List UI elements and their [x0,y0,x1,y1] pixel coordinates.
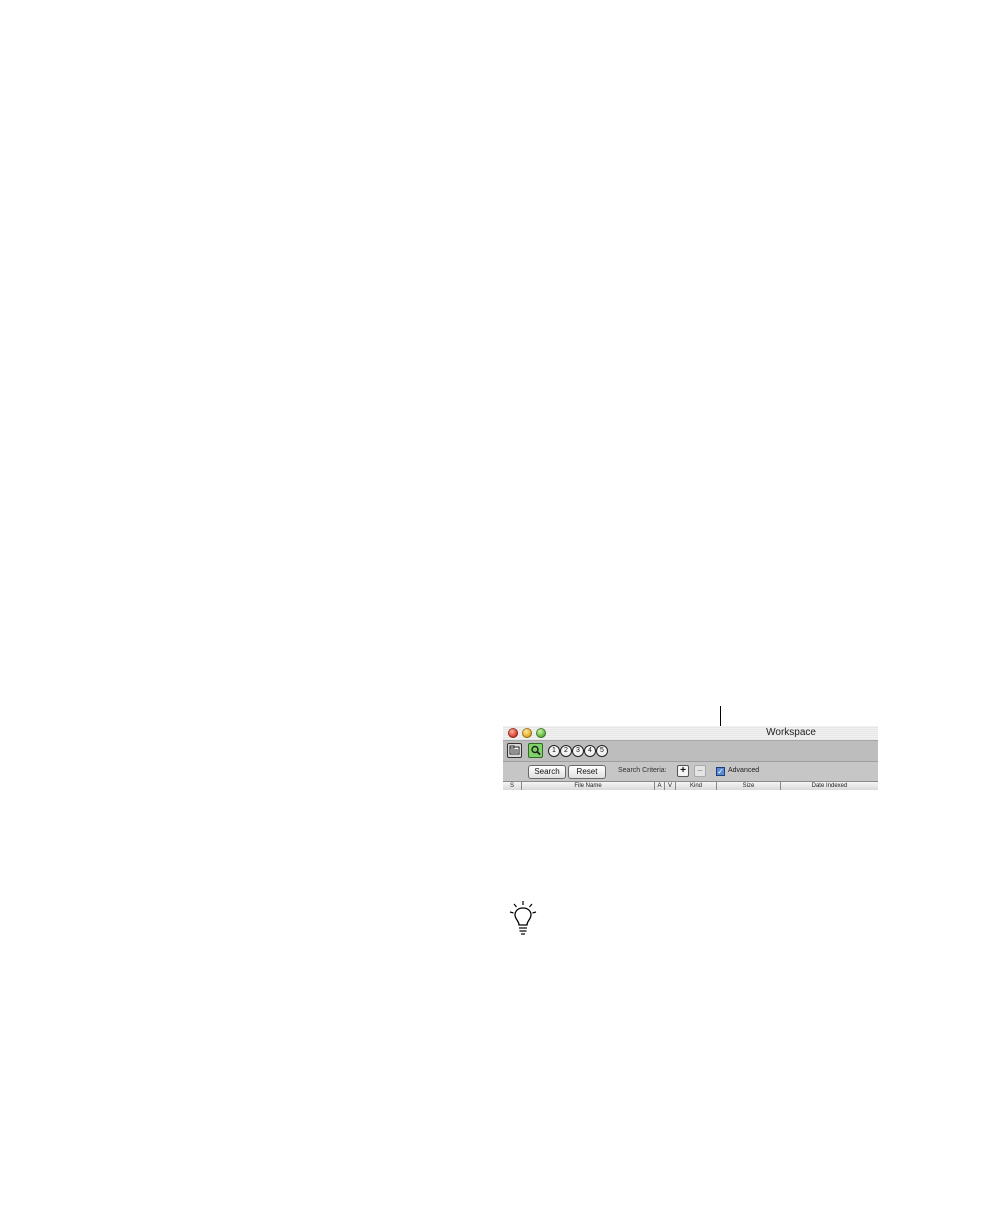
search-button[interactable]: Search [528,765,566,779]
magnifier-icon [531,745,541,756]
window-title: Workspace [766,727,816,738]
remove-criteria-button[interactable]: – [694,765,706,777]
column-header-size[interactable]: Size [717,782,781,790]
view-preset-2-button[interactable]: 2 [560,745,572,757]
view-preset-4-button[interactable]: 4 [584,745,596,757]
add-criteria-button[interactable]: + [677,765,689,777]
view-preset-5-button[interactable]: 5 [596,745,608,757]
column-header-video[interactable]: V [665,782,676,790]
workspace-window: Workspace 1 2 3 4 5 Search Reset Search … [503,726,878,790]
advanced-checkbox[interactable]: ✓ [716,767,725,776]
column-header-kind[interactable]: Kind [676,782,717,790]
reset-button[interactable]: Reset [568,765,606,779]
view-preset-1-button[interactable]: 1 [548,745,560,757]
title-bar[interactable]: Workspace [503,726,878,740]
search-criteria-label: Search Criteria: [618,767,667,774]
browser-view-icon[interactable] [507,743,522,758]
column-header-file-name[interactable]: File Name [522,782,655,790]
workspace-toolbar: 1 2 3 4 5 [503,740,878,761]
column-header-date-indexed[interactable]: Date Indexed [781,782,878,790]
lightbulb-tip-icon [509,901,537,935]
column-header-status[interactable]: S [503,782,522,790]
search-bar: Search Reset Search Criteria: + – ✓ Adva… [503,761,878,781]
view-preset-3-button[interactable]: 3 [572,745,584,757]
advanced-label[interactable]: Advanced [728,767,759,774]
column-header-audio[interactable]: A [655,782,665,790]
search-toggle-icon[interactable] [528,743,543,758]
folder-list-icon [509,745,520,755]
results-table-header: S File Name A V Kind Size Date Indexed [503,781,878,790]
